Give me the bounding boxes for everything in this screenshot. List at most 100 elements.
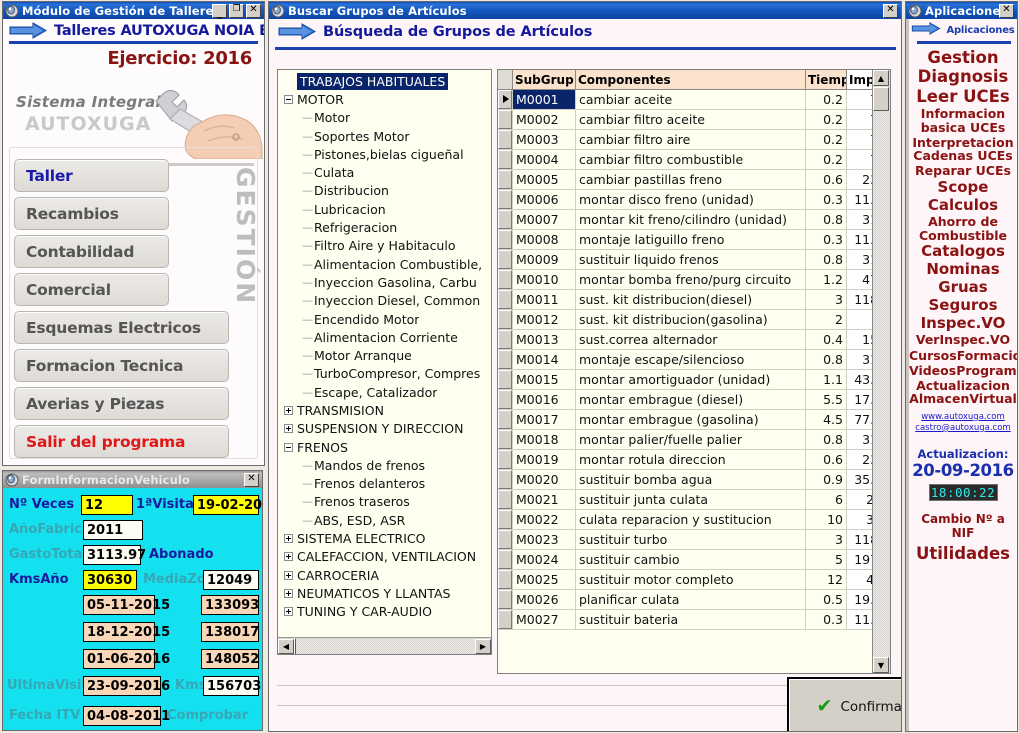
button-taller[interactable]: Taller [14, 159, 169, 192]
tree-node[interactable]: — Motor Arranque [278, 346, 491, 364]
tree-node[interactable]: — Soportes Motor [278, 127, 491, 145]
aplicacion-item[interactable]: CursosFormacion [909, 348, 1017, 362]
row-marker[interactable] [498, 329, 513, 350]
field-historial-kms-1[interactable]: 133093 [201, 595, 259, 615]
aplicacion-item[interactable]: Diagnosis [909, 68, 1017, 86]
tree-node[interactable]: CALEFACCION, VENTILACION [278, 548, 491, 566]
expand-icon[interactable] [284, 552, 293, 562]
expand-icon[interactable] [284, 588, 293, 598]
aplicacion-item[interactable]: Ahorro de Combustible [909, 215, 1017, 242]
field-historial-kms-2[interactable]: 138017 [201, 622, 259, 642]
row-marker[interactable] [498, 229, 513, 250]
header-componentes[interactable]: Componentes [575, 70, 806, 90]
aplicacion-item[interactable]: Reparar UCEs [909, 164, 1017, 178]
tree-scroll-thumb[interactable] [294, 637, 296, 654]
tree-node[interactable]: NEUMATICOS Y LLANTAS [278, 584, 491, 602]
aplicacion-item[interactable]: Scope [909, 179, 1017, 196]
cambio-nif-item[interactable]: Cambio Nº a NIF [909, 512, 1017, 540]
tree-node[interactable]: — Escape, Catalizador [278, 383, 491, 401]
tree-node[interactable]: TUNING Y CAR-AUDIO [278, 603, 491, 621]
tree-node[interactable]: — Culata [278, 163, 491, 181]
aplicacion-item[interactable]: VerInspec.VO [909, 333, 1017, 347]
row-marker[interactable] [498, 549, 513, 570]
grid-scroll-thumb[interactable] [873, 87, 889, 111]
row-marker[interactable] [498, 169, 513, 190]
row-marker[interactable] [498, 209, 513, 230]
row-marker[interactable] [498, 289, 513, 310]
tree-node[interactable]: FRENOS [278, 438, 491, 456]
tree-node[interactable]: — Mandos de frenos [278, 456, 491, 474]
row-marker[interactable] [498, 389, 513, 410]
table-row[interactable]: M0027sustituir bateria0.311.85 [498, 609, 890, 630]
scroll-right-arrow-icon[interactable]: ▶ [475, 638, 491, 654]
table-row[interactable]: M0010 montar bomba freno/purg circuito 1.2… [498, 269, 890, 290]
maximize-button[interactable]: ❐ [229, 3, 244, 18]
close-button[interactable]: ✕ [244, 472, 259, 487]
table-row[interactable]: M0014montaje escape/silencioso0.831.6 [498, 349, 890, 370]
scroll-up-arrow-icon[interactable]: ▲ [873, 70, 889, 86]
expand-icon[interactable] [284, 534, 293, 544]
table-row[interactable]: M0018montar palier/fuelle palier0.831.6 [498, 429, 890, 450]
tree-node[interactable]: TRABAJOS HABITUALES [278, 72, 491, 90]
link-website[interactable]: www.autoxuga.com [909, 412, 1017, 422]
aplicacion-item[interactable]: VideosPrograma [909, 364, 1017, 378]
table-row[interactable]: M0016montar embrague (diesel)5.517.25 [498, 389, 890, 410]
aplicacion-item[interactable]: Leer UCEs [909, 87, 1017, 105]
aplicacion-item[interactable]: Calculos [909, 197, 1017, 214]
row-marker[interactable] [498, 309, 513, 330]
row-marker[interactable] [498, 369, 513, 390]
button-formacion-tecnica[interactable]: Formacion Tecnica [14, 349, 229, 382]
field-historial-fecha-3[interactable]: 01-06-2016 [83, 649, 170, 669]
tree-node[interactable]: — Inyeccion Diesel, Common [278, 292, 491, 310]
tree-node[interactable]: — Frenos traseros [278, 493, 491, 511]
table-row[interactable]: M0008montaje latiguillo freno0.311.85 [498, 229, 890, 250]
collapse-icon[interactable] [284, 442, 293, 452]
tree-node[interactable]: — Pistones,bielas cigueñal [278, 145, 491, 163]
tree-node[interactable]: CARROCERIA [278, 566, 491, 584]
row-marker[interactable] [498, 89, 513, 110]
tree-node[interactable]: — TurboCompresor, Compres [278, 365, 491, 383]
row-marker[interactable] [498, 189, 513, 210]
table-row[interactable]: M0002cambiar filtro aceite0.27.9 [498, 109, 890, 130]
row-marker[interactable] [498, 249, 513, 270]
row-marker[interactable] [498, 529, 513, 550]
table-row[interactable]: M0005cambiar pastillas freno0.623.7 [498, 169, 890, 190]
aplicacion-item[interactable]: Actualizacion AlmacenVirtual [909, 379, 1017, 406]
expand-icon[interactable] [284, 607, 293, 617]
tree-node[interactable]: — Frenos delanteros [278, 475, 491, 493]
field-historial-fecha-1[interactable]: 05-11-2015 [83, 595, 170, 615]
expand-icon[interactable] [284, 405, 293, 415]
utilidades-item[interactable]: Utilidades [909, 544, 1017, 563]
table-row[interactable]: M0023sustituir turbo3118.5 [498, 529, 890, 550]
aplicacion-item[interactable]: Catalogos [909, 243, 1017, 260]
row-marker[interactable] [498, 129, 513, 150]
tree-node[interactable]: SUSPENSION Y DIRECCION [278, 420, 491, 438]
grupos-tree[interactable]: TRABAJOS HABITUALES MOTOR — Motor — Soportes … [277, 69, 492, 655]
button-esquemas-electricos[interactable]: Esquemas Electricos [14, 311, 229, 344]
field-historial-fecha-2[interactable]: 18-12-2015 [83, 622, 170, 642]
tree-node[interactable]: — Motor [278, 109, 491, 127]
tree-node[interactable]: — Lubricacion [278, 200, 491, 218]
row-marker[interactable] [498, 609, 513, 630]
button-salir-del-programa[interactable]: Salir del programa [14, 425, 229, 458]
field-historial-kms-3[interactable]: 148052 [201, 649, 259, 669]
tree-node[interactable]: MOTOR [278, 90, 491, 108]
row-marker[interactable] [498, 429, 513, 450]
field-fecha-itv[interactable]: 04-08-2011 [83, 706, 170, 726]
close-button[interactable]: ✕ [883, 3, 898, 18]
button-comercial[interactable]: Comercial [14, 273, 169, 306]
tree-node[interactable]: — Encendido Motor [278, 310, 491, 328]
tree-node[interactable]: TRANSMISION [278, 401, 491, 419]
row-marker[interactable] [498, 589, 513, 610]
close-button[interactable]: ✕ [246, 3, 261, 18]
table-row[interactable]: M0003cambiar filtro aire0.27.9 [498, 129, 890, 150]
expand-icon[interactable] [284, 424, 293, 434]
field-kms[interactable]: 156703 [203, 676, 261, 696]
button-recambios[interactable]: Recambios [14, 197, 169, 230]
field-media-zona[interactable]: 12049 [203, 570, 259, 590]
table-row[interactable]: M0024sustituir cambio5197.5 [498, 549, 890, 570]
row-marker[interactable] [498, 409, 513, 430]
table-row[interactable]: M0007 montar kit freno/cilindro (unidad) 0… [498, 209, 890, 230]
header-subgrupo[interactable]: SubGrup [512, 70, 576, 90]
field-ultima-visita[interactable]: 23-09-2016 [83, 676, 170, 696]
